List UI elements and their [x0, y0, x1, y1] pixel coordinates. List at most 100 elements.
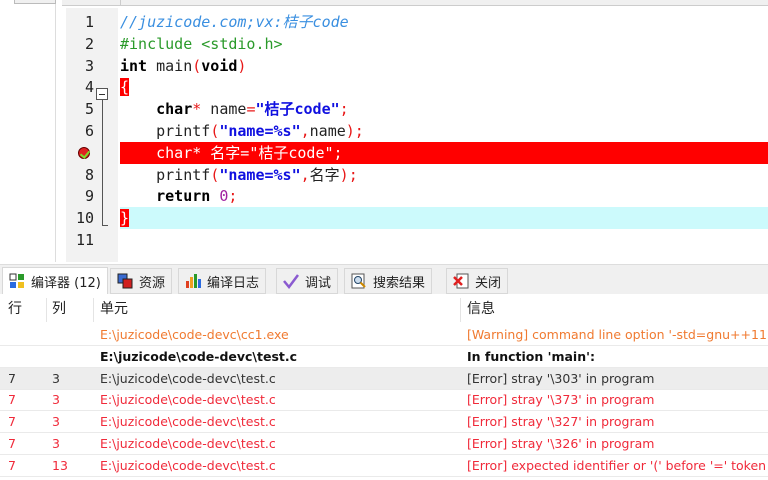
table-row[interactable]: 7 3 E:\juzicode\code-devc\test.c [Error] st…	[0, 367, 768, 390]
tab-close[interactable]: 关闭	[446, 268, 509, 294]
column-header-col[interactable]: 列	[52, 294, 66, 324]
line-number: 6	[84, 122, 94, 140]
code-token: );	[345, 122, 364, 140]
fold-collapse-icon[interactable]	[96, 88, 108, 100]
code-text: //juzicode.com;vx:桔子code	[120, 11, 349, 33]
table-row[interactable]: E:\juzicode\code-devc\test.c In function …	[0, 346, 768, 368]
code-token: "name=%s"	[219, 165, 301, 184]
code-text: printf("name=%s",名字);	[120, 164, 358, 186]
code-token: ;	[339, 100, 349, 119]
code-text: char* 名字="桔子code";	[120, 141, 768, 164]
line-number: 1	[84, 13, 94, 31]
tab-label: 关闭	[475, 275, 502, 291]
cell-msg: [Error] stray '\327' in program	[467, 414, 655, 430]
resources-icon	[117, 273, 133, 289]
left-panel-toolbar	[14, 0, 56, 4]
line-number: 9	[84, 187, 94, 206]
code-token: );	[339, 165, 358, 184]
line-number: 2	[84, 34, 94, 53]
column-header-line[interactable]: 行	[8, 294, 22, 324]
cell-msg: [Warning] command line option '-std=gnu+…	[467, 327, 768, 342]
bar-chart-icon	[185, 273, 201, 289]
code-text: #include <stdio.h>	[120, 33, 283, 55]
code-token: *	[192, 100, 202, 119]
cell-msg: [Error] stray '\373' in program	[467, 392, 655, 408]
code-line[interactable]: 10}	[62, 207, 768, 230]
cell-col: 3	[52, 392, 60, 408]
column-header-message[interactable]: 信息	[467, 294, 495, 324]
line-number: 4	[84, 78, 94, 97]
column-header-unit[interactable]: 单元	[100, 294, 128, 324]
line-number: 5	[84, 100, 94, 119]
code-token: 名字	[309, 165, 340, 184]
line-number: 3	[84, 56, 94, 75]
tab-debug[interactable]: 调试	[276, 268, 339, 294]
tab-label: 编译器 (12)	[31, 275, 101, 291]
code-token: ,	[300, 165, 310, 184]
cell-col: 3	[52, 436, 60, 451]
code-token: main	[147, 56, 193, 75]
tab-compiler[interactable]: 编译器 (12)	[2, 267, 108, 295]
line-number: 11	[75, 231, 94, 249]
code-line[interactable]: 4{	[62, 76, 768, 98]
cell-line: 7	[8, 370, 16, 386]
code-editor[interactable]: 1 //juzicode.com;vx:桔子code 2 #include <stdi…	[62, 8, 768, 262]
cell-msg: [Error] stray '\326' in program	[467, 436, 655, 451]
code-line[interactable]: 8 printf("name=%s",名字);	[62, 164, 768, 186]
code-line[interactable]: 5 char* name="桔子code";	[62, 98, 768, 120]
code-token: ;	[228, 187, 238, 206]
cell-unit: E:\juzicode\code-devc\test.c	[100, 457, 276, 473]
close-icon	[453, 273, 469, 289]
cell-line: 7	[8, 392, 16, 408]
cell-col: 13	[52, 457, 68, 473]
code-line[interactable]: 1 //juzicode.com;vx:桔子code	[62, 11, 768, 33]
code-line[interactable]: 3 int main(void)	[62, 55, 768, 77]
tab-label: 编译日志	[207, 275, 260, 291]
code-token: )	[237, 56, 247, 75]
code-token: ,	[300, 122, 310, 140]
code-token: name	[201, 100, 247, 119]
cell-line: 7	[8, 414, 16, 430]
cell-col: 3	[52, 414, 60, 430]
code-token: int	[120, 56, 148, 75]
table-row[interactable]: 7 3 E:\juzicode\code-devc\test.c [Error] st…	[0, 389, 768, 412]
editor-tab-strip	[62, 0, 768, 6]
cell-unit: E:\juzicode\code-devc\test.c	[100, 392, 276, 408]
code-token: name	[309, 122, 346, 140]
code-line[interactable]: char* 名字="桔子code";	[62, 141, 768, 164]
code-token: "name=%s"	[219, 122, 301, 140]
cell-line: 7	[8, 436, 16, 451]
table-row[interactable]: 7 3 E:\juzicode\code-devc\test.c [Error] st…	[0, 411, 768, 434]
table-row[interactable]: E:\juzicode\code-devc\cc1.exe [Warning] c…	[0, 324, 768, 346]
table-row[interactable]: 7 13 E:\juzicode\code-devc\test.c [Error] e…	[0, 455, 768, 477]
tab-compile-log[interactable]: 编译日志	[178, 268, 267, 294]
code-text: {	[120, 76, 130, 98]
code-token: printf	[120, 165, 211, 184]
code-token: "桔子code"	[255, 100, 340, 119]
code-text: }	[120, 207, 768, 230]
code-token: char* 名字="桔子code";	[156, 143, 343, 162]
line-number: 8	[84, 165, 94, 184]
code-line[interactable]: 2 #include <stdio.h>	[62, 33, 768, 55]
check-icon	[283, 273, 299, 290]
code-text: char* name="桔子code";	[120, 98, 349, 120]
table-row[interactable]: 7 3 E:\juzicode\code-devc\test.c [Error] st…	[0, 433, 768, 455]
tab-label: 调试	[305, 275, 332, 291]
code-line[interactable]: 6 printf("name=%s",name);	[62, 120, 768, 142]
bottom-panel-tabs: 编译器 (12) 资源 编译日志 调试 搜索结果 关闭	[0, 264, 768, 295]
tab-search-results[interactable]: 搜索结果	[344, 268, 433, 294]
code-text: printf("name=%s",name);	[120, 120, 364, 142]
compiler-messages-table: 行 列 单元 信息 E:\juzicode\code-devc\cc1.exe […	[0, 294, 768, 480]
code-line[interactable]: 11	[62, 229, 768, 251]
code-line[interactable]: 9 return 0;	[62, 185, 768, 207]
left-panel	[0, 0, 56, 262]
code-text: return 0;	[120, 185, 237, 207]
code-token: //juzicode.com;vx:桔子code	[120, 13, 349, 31]
code-token: (	[210, 165, 220, 184]
tab-resources[interactable]: 资源	[110, 268, 173, 294]
line-number: 10	[75, 209, 94, 228]
code-token: #include <stdio.h>	[120, 34, 283, 53]
cell-unit: E:\juzicode\code-devc\test.c	[100, 348, 298, 364]
